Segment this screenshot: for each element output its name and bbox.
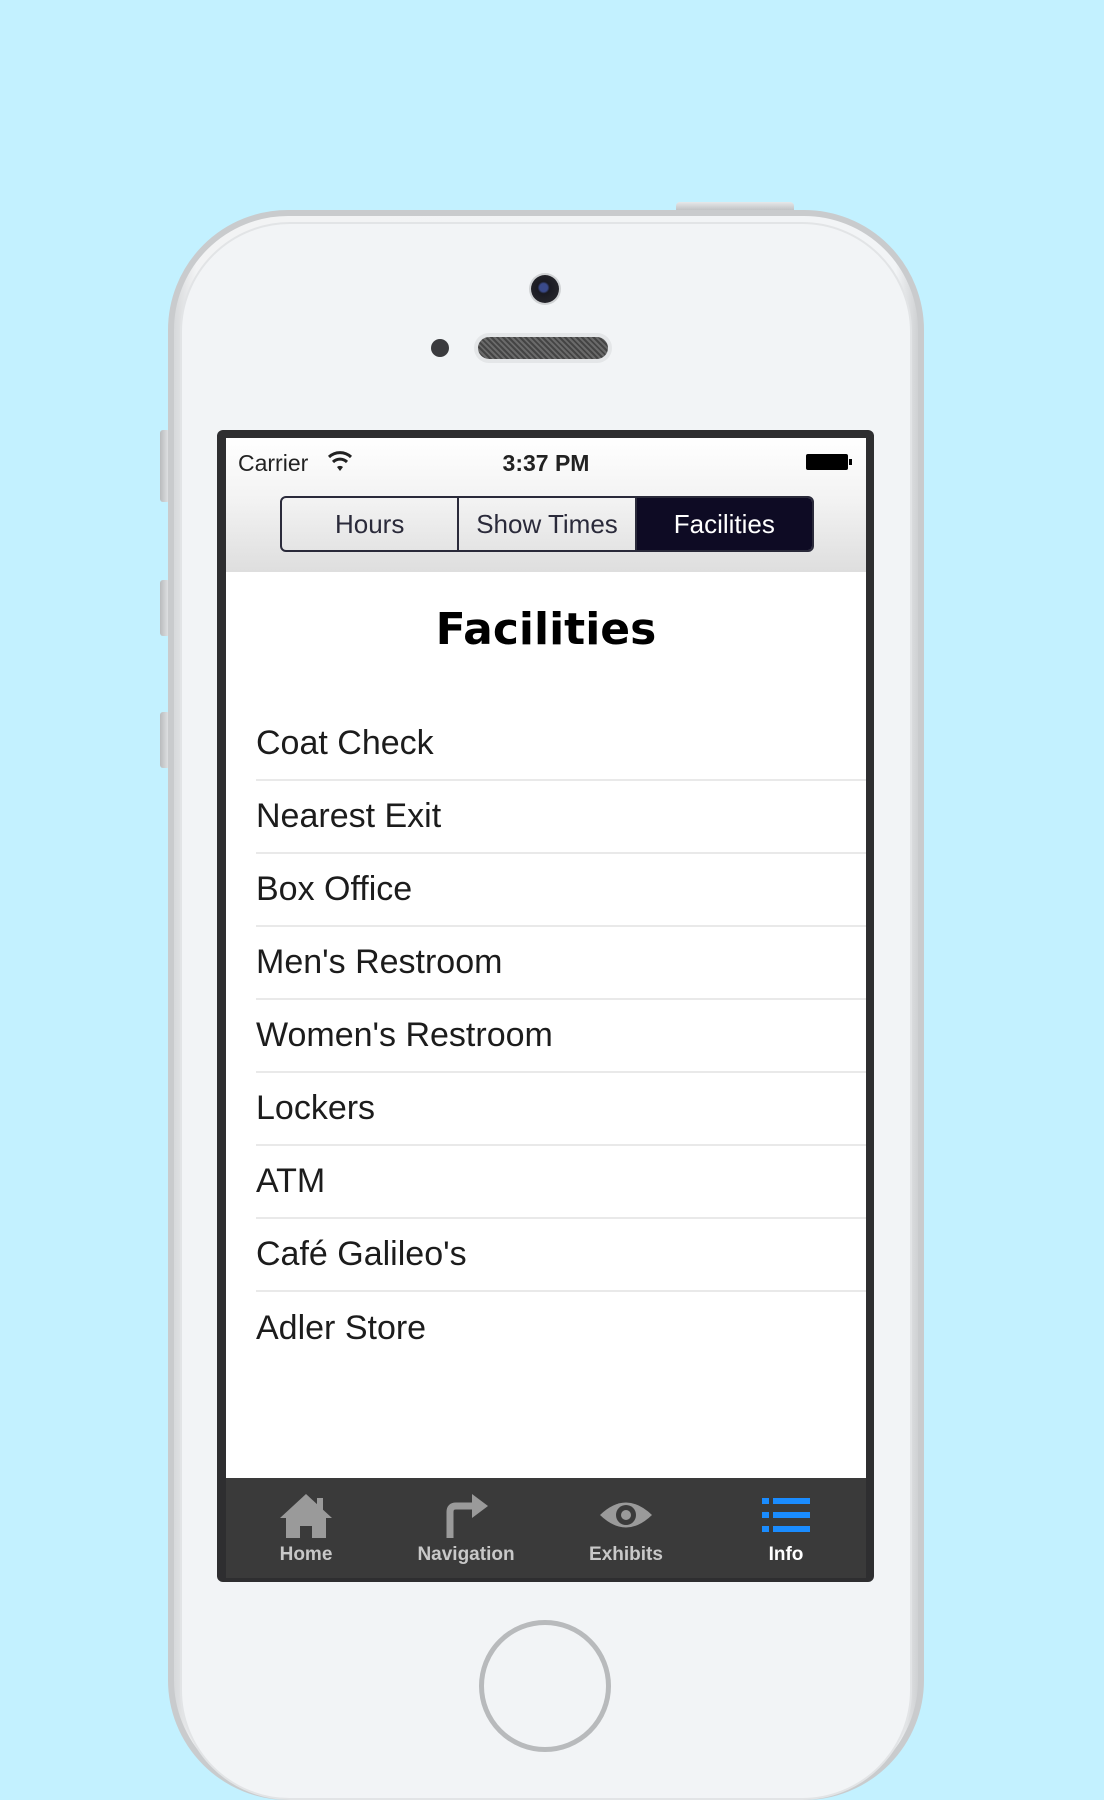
tab-bar: Home Navigation Exhibits Info [226, 1478, 866, 1578]
tab-exhibits-label: Exhibits [589, 1544, 663, 1565]
list-item-adler-store[interactable]: Adler Store [256, 1292, 866, 1365]
house-icon [280, 1494, 332, 1538]
header: Carrier 3:37 PM Hours Show Times Facilit… [226, 438, 866, 572]
tab-navigation[interactable]: Navigation [386, 1478, 546, 1578]
segmented-control: Hours Show Times Facilities [280, 496, 814, 552]
battery-icon [806, 452, 854, 472]
earpiece-speaker [478, 337, 608, 359]
list-item-atm[interactable]: ATM [256, 1146, 866, 1219]
app-screen: Carrier 3:37 PM Hours Show Times Facilit… [226, 438, 866, 1578]
list-item-lockers[interactable]: Lockers [256, 1073, 866, 1146]
status-time: 3:37 PM [502, 450, 590, 476]
segment-facilities[interactable]: Facilities [636, 498, 812, 550]
status-bar: Carrier 3:37 PM [226, 438, 866, 486]
facilities-list: Coat Check Nearest Exit Box Office Men's… [256, 708, 866, 1365]
list-item-mens-restroom[interactable]: Men's Restroom [256, 927, 866, 1000]
tab-info[interactable]: Info [706, 1478, 866, 1578]
page-title: Facilities [435, 604, 657, 655]
front-camera [531, 275, 559, 303]
list-item-nearest-exit[interactable]: Nearest Exit [256, 781, 866, 854]
tab-info-label: Info [768, 1544, 804, 1565]
turn-arrow-icon [446, 1494, 488, 1538]
home-hardware-button [479, 1620, 611, 1752]
list-item-womens-restroom[interactable]: Women's Restroom [256, 1000, 866, 1073]
tab-navigation-label: Navigation [417, 1544, 515, 1565]
tab-exhibits[interactable]: Exhibits [546, 1478, 706, 1578]
proximity-sensor [431, 339, 449, 357]
segment-hours[interactable]: Hours [282, 498, 460, 550]
tab-home-label: Home [279, 1544, 333, 1565]
list-icon [762, 1498, 810, 1532]
eye-icon [600, 1502, 652, 1528]
list-item-box-office[interactable]: Box Office [256, 854, 866, 927]
segment-show-times[interactable]: Show Times [459, 498, 637, 550]
tab-home[interactable]: Home [226, 1478, 386, 1578]
list-item-cafe-galileos[interactable]: Café Galileo's [256, 1219, 866, 1292]
list-item-coat-check[interactable]: Coat Check [256, 708, 866, 781]
